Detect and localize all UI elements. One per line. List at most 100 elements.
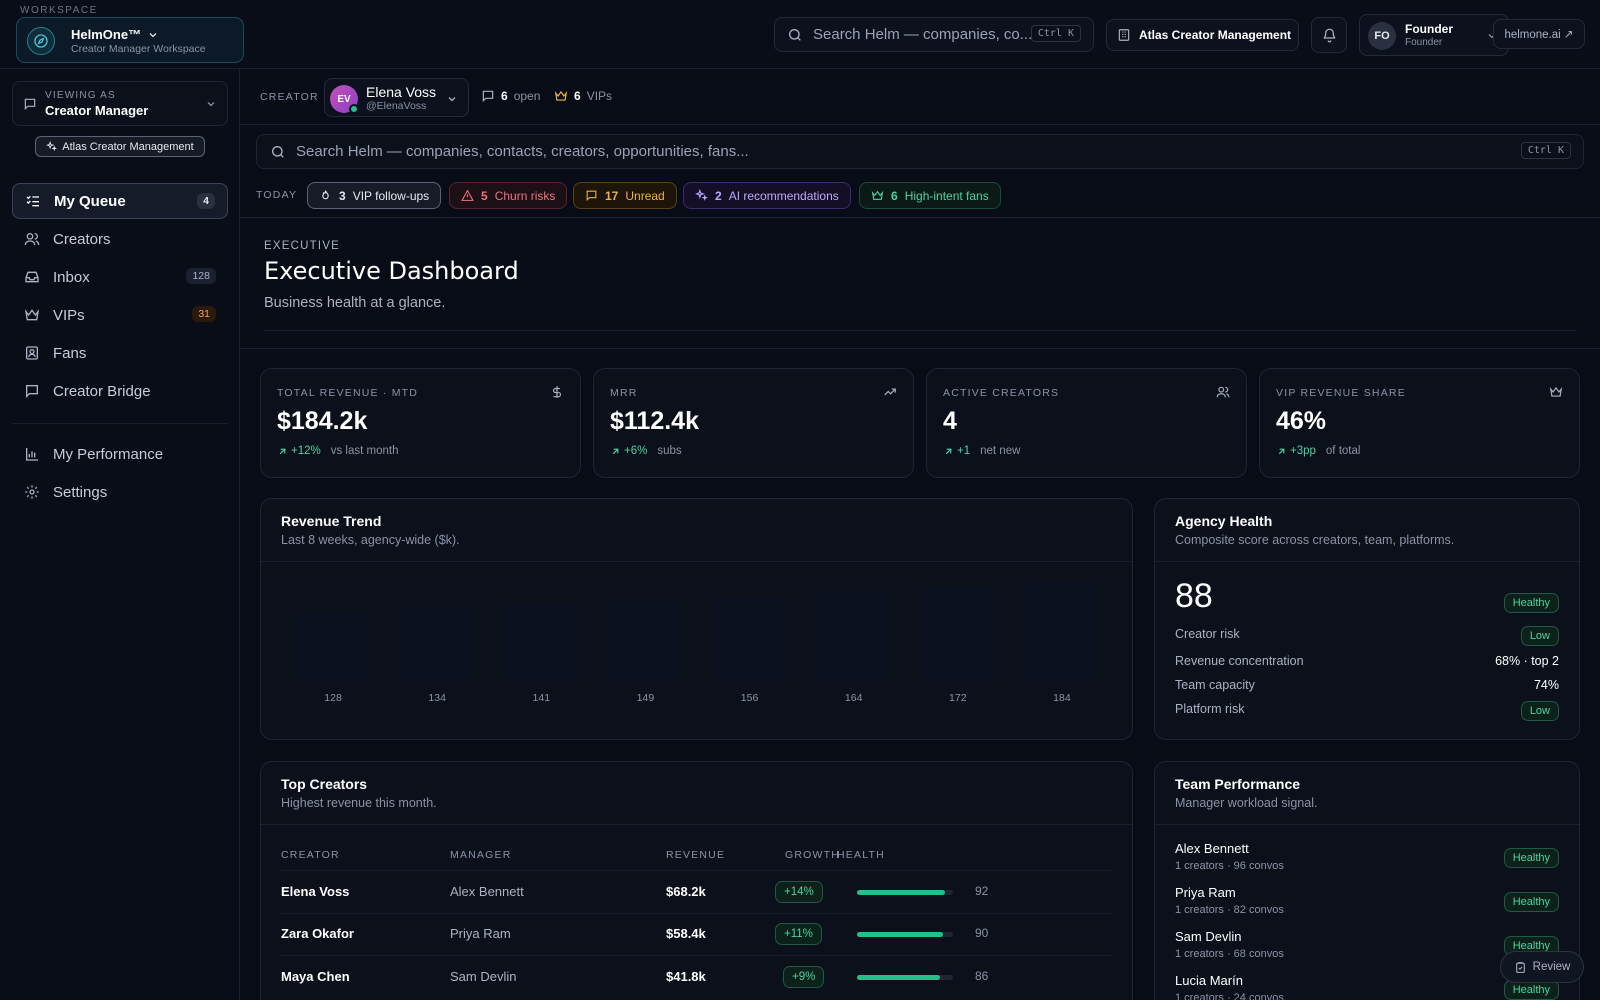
growth-badge: +9% bbox=[783, 966, 825, 988]
open-label: open bbox=[513, 89, 541, 103]
org-button[interactable]: Atlas Creator Management bbox=[1106, 19, 1299, 51]
search-placeholder: Search Helm — companies, contacts, creat… bbox=[296, 143, 749, 160]
sidebar-item-inbox[interactable]: Inbox 128 bbox=[12, 259, 228, 295]
trend-bar-label: 141 bbox=[533, 692, 551, 704]
global-search-input[interactable]: Search Helm — companies, co... Ctrl K bbox=[774, 17, 1094, 52]
team-member-meta: 1 creators · 82 convos bbox=[1175, 904, 1284, 916]
team-member-meta: 1 creators · 68 convos bbox=[1175, 948, 1284, 960]
column-header[interactable]: GROWTH bbox=[785, 849, 840, 861]
external-link-button[interactable]: helmone.ai ↗ bbox=[1493, 19, 1585, 49]
message-square-icon bbox=[586, 190, 597, 202]
main-content: CREATOR EV Elena Voss @ElenaVoss 6 open … bbox=[240, 69, 1600, 1000]
card-subtitle: Last 8 weeks, agency-wide ($k). bbox=[281, 533, 460, 547]
revenue-cell: $58.4k bbox=[666, 926, 706, 941]
user-name: Founder bbox=[1405, 22, 1453, 36]
chip-count: 3 bbox=[339, 188, 346, 203]
workspace-switcher[interactable]: HelmOne™ Creator Manager Workspace bbox=[16, 17, 244, 63]
divider bbox=[1155, 561, 1579, 562]
trend-bar bbox=[296, 611, 370, 681]
column-header[interactable]: MANAGER bbox=[450, 849, 512, 861]
chip-vip-follow-ups[interactable]: 3 VIP follow-ups bbox=[307, 182, 442, 209]
list-checks-icon bbox=[26, 195, 39, 207]
trend-bar-label: 149 bbox=[637, 692, 655, 704]
open-conversations-stat[interactable]: 6 open bbox=[481, 89, 540, 103]
sidebar-item-fans[interactable]: Fans bbox=[12, 335, 228, 371]
kpi-delta: +12% bbox=[291, 445, 321, 457]
chip-unread[interactable]: 17 Unread bbox=[573, 182, 677, 209]
kpi-label: ACTIVE CREATORS bbox=[943, 387, 1060, 399]
chip-count: 5 bbox=[481, 188, 488, 203]
chevron-down-icon bbox=[207, 102, 215, 107]
creator-label: CREATOR bbox=[260, 91, 319, 103]
user-menu-button[interactable]: FO Founder Founder bbox=[1359, 14, 1509, 56]
creator-selector[interactable]: EV Elena Voss @ElenaVoss bbox=[324, 78, 469, 117]
kpi-label: VIP REVENUE SHARE bbox=[1276, 387, 1406, 399]
gear-icon bbox=[25, 485, 39, 499]
kpi-context: subs bbox=[657, 445, 682, 457]
arrow-up-right-icon bbox=[279, 448, 286, 454]
divider bbox=[281, 955, 1113, 956]
health-bar-fill bbox=[857, 890, 946, 895]
kpi-context: of total bbox=[1325, 445, 1361, 457]
team-member-name: Sam Devlin bbox=[1175, 929, 1242, 944]
workspace-subtitle: Creator Manager Workspace bbox=[71, 43, 206, 55]
column-header[interactable]: CREATOR bbox=[281, 849, 340, 861]
column-header[interactable]: REVENUE bbox=[666, 849, 725, 861]
sidebar-item-label: Creator Bridge bbox=[53, 382, 151, 400]
chip-label: Unread bbox=[625, 188, 665, 203]
top-bar: WORKSPACE HelmOne™ Creator Manager Works… bbox=[0, 0, 1600, 69]
vip-count: 6 bbox=[574, 89, 581, 103]
review-label: Review bbox=[1532, 961, 1571, 973]
health-row-label: Team capacity bbox=[1175, 678, 1255, 692]
global-search-placeholder: Search Helm — companies, co... bbox=[813, 26, 1033, 43]
sidebar-item-my-performance[interactable]: My Performance bbox=[12, 436, 228, 472]
message-square-icon bbox=[482, 90, 494, 103]
health-row-label: Revenue concentration bbox=[1175, 654, 1304, 668]
clipboard-check-icon bbox=[1515, 961, 1525, 973]
chip-churn-risks[interactable]: 5 Churn risks bbox=[449, 182, 568, 209]
revenue-cell: $41.8k bbox=[666, 969, 706, 984]
notifications-button[interactable] bbox=[1311, 17, 1347, 53]
sidebar-item-vips[interactable]: VIPs 31 bbox=[12, 297, 228, 333]
today-label: TODAY bbox=[256, 189, 298, 201]
viewing-as-selector[interactable]: VIEWING AS Creator Manager bbox=[12, 81, 228, 126]
health-bar bbox=[857, 932, 953, 937]
vip-stat[interactable]: 6 VIPs bbox=[554, 89, 612, 103]
sidebar-item-label: Inbox bbox=[53, 268, 90, 286]
health-cell: 86 bbox=[975, 969, 989, 983]
arrow-up-right-icon bbox=[1278, 448, 1285, 454]
viewing-as-label: VIEWING AS bbox=[45, 90, 116, 101]
crown-icon bbox=[24, 309, 40, 321]
chevron-down-icon bbox=[448, 97, 456, 102]
creator-name: Elena Voss bbox=[366, 84, 437, 100]
open-count: 6 bbox=[501, 89, 508, 103]
sidebar-item-creator-bridge[interactable]: Creator Bridge bbox=[12, 373, 228, 409]
column-header[interactable]: HEALTH bbox=[837, 849, 885, 861]
trend-bar bbox=[608, 600, 682, 681]
contact-icon bbox=[26, 346, 38, 360]
chip-ai-recommendations[interactable]: 2 AI recommendations bbox=[683, 182, 851, 209]
kpi-value: 4 bbox=[943, 407, 957, 435]
kpi-value: $184.2k bbox=[277, 407, 368, 435]
chip-high-intent-fans[interactable]: 6 High-intent fans bbox=[859, 182, 1001, 209]
sidebar-item-creators[interactable]: Creators bbox=[12, 221, 228, 257]
growth-badge: +11% bbox=[775, 923, 822, 945]
kpi-value: $112.4k bbox=[610, 407, 699, 435]
search-input[interactable]: Search Helm — companies, contacts, creat… bbox=[256, 134, 1584, 169]
workspace-name: HelmOne™ bbox=[71, 27, 142, 42]
sidebar-item-label: My Queue bbox=[54, 192, 126, 210]
status-badge: Healthy bbox=[1503, 980, 1559, 1000]
kpi-vip-revenue-share: VIP REVENUE SHARE 46% +3pp of total bbox=[1259, 368, 1580, 478]
dollar-icon bbox=[552, 386, 562, 398]
manager-cell: Priya Ram bbox=[450, 926, 511, 941]
avatar: FO bbox=[1368, 22, 1396, 50]
divider bbox=[240, 348, 1600, 349]
trend-bar bbox=[921, 587, 995, 681]
online-status-dot bbox=[349, 104, 359, 114]
review-button[interactable]: Review bbox=[1500, 951, 1584, 983]
sidebar-item-my-queue[interactable]: My Queue 4 bbox=[12, 183, 228, 219]
card-title: Top Creators bbox=[281, 776, 368, 792]
kpi-label: MRR bbox=[610, 387, 638, 399]
creator-bar: CREATOR EV Elena Voss @ElenaVoss 6 open … bbox=[240, 69, 1600, 125]
sidebar-item-settings[interactable]: Settings bbox=[12, 474, 228, 510]
